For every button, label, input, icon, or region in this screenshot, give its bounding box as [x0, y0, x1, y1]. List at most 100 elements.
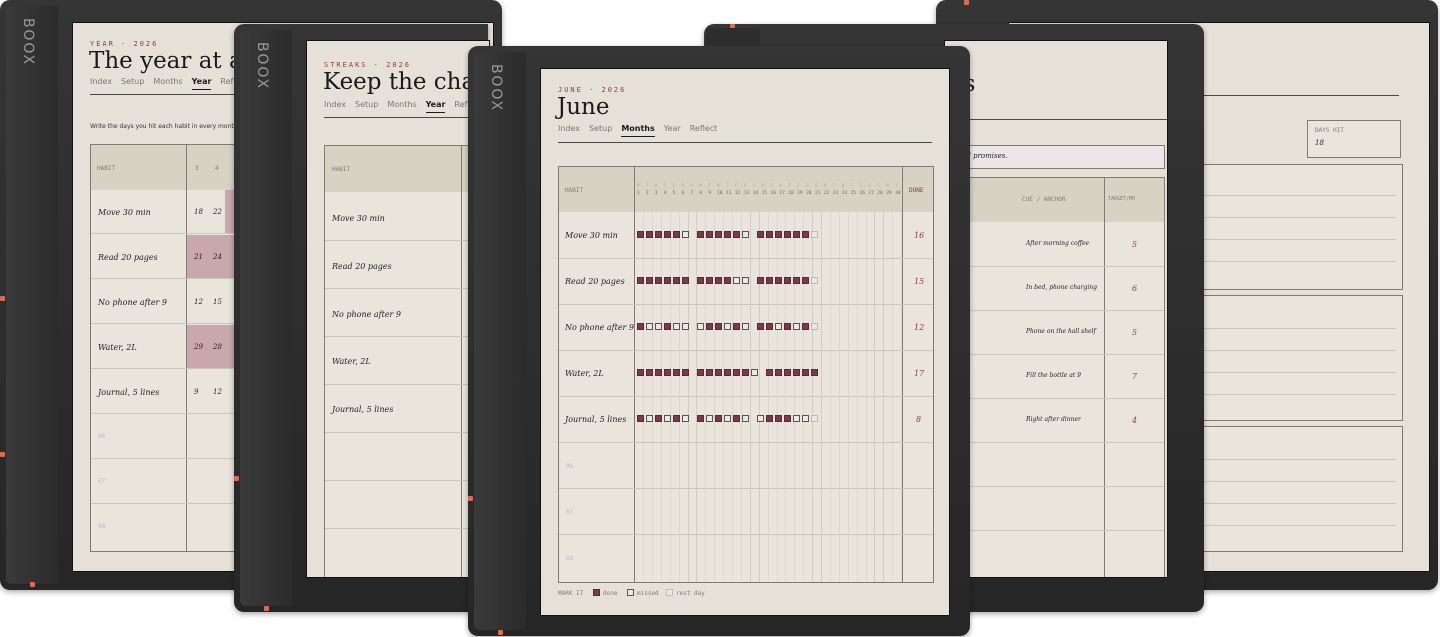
habit-mark-done[interactable]	[757, 277, 764, 284]
habit-month-value[interactable]: 12	[194, 298, 203, 306]
habit-mark-done[interactable]	[637, 415, 644, 422]
habit-mark-done[interactable]	[793, 277, 800, 284]
tab-reflect[interactable]: Reflect	[690, 124, 718, 137]
habit-mark-rest[interactable]	[811, 415, 818, 422]
habit-month-value[interactable]: 15	[213, 298, 222, 306]
habit-mark-done[interactable]	[766, 277, 773, 284]
habit-mark-missed[interactable]	[793, 323, 800, 330]
habit-mark-done[interactable]	[664, 369, 671, 376]
habit-mark-done[interactable]	[775, 231, 782, 238]
habit-mark-rest[interactable]	[811, 231, 818, 238]
tab-year[interactable]: Year	[664, 124, 681, 137]
habit-mark-missed[interactable]	[664, 415, 671, 422]
habit-mark-done[interactable]	[724, 277, 731, 284]
habit-mark-done[interactable]	[724, 369, 731, 376]
habit-mark-done[interactable]	[733, 323, 740, 330]
done-count[interactable]: 12	[914, 323, 924, 332]
habit-month-value[interactable]: 18	[194, 208, 203, 216]
habit-month-value[interactable]: 12	[213, 388, 222, 396]
tab-months[interactable]: Months	[387, 100, 416, 113]
habit-mark-done[interactable]	[637, 277, 644, 284]
days-hit-box[interactable]: DAYS HIT 18	[1307, 120, 1401, 158]
habit-mark-done[interactable]	[742, 369, 749, 376]
habit-mark-done[interactable]	[802, 369, 809, 376]
habit-mark-missed[interactable]	[646, 323, 653, 330]
habit-month-value[interactable]: 29	[194, 343, 203, 351]
tab-setup[interactable]: Setup	[121, 77, 144, 90]
habit-mark-done[interactable]	[766, 415, 773, 422]
habit-mark-missed[interactable]	[673, 323, 680, 330]
habit-mark-done[interactable]	[637, 369, 644, 376]
habit-mark-done[interactable]	[811, 369, 818, 376]
target-value[interactable]: 5	[1132, 240, 1137, 249]
done-count[interactable]: 17	[914, 369, 924, 378]
habit-mark-done[interactable]	[784, 231, 791, 238]
habit-mark-done[interactable]	[715, 323, 722, 330]
done-count[interactable]: 8	[916, 415, 921, 424]
habit-mark-done[interactable]	[766, 369, 773, 376]
habit-mark-done[interactable]	[706, 231, 713, 238]
tab-months[interactable]: Months	[621, 124, 655, 137]
target-value[interactable]: 4	[1132, 416, 1137, 425]
habit-mark-missed[interactable]	[733, 277, 740, 284]
habit-mark-missed[interactable]	[775, 323, 782, 330]
habit-mark-missed[interactable]	[751, 369, 758, 376]
habit-mark-done[interactable]	[655, 369, 662, 376]
habit-mark-done[interactable]	[697, 277, 704, 284]
habit-mark-done[interactable]	[673, 415, 680, 422]
habit-mark-done[interactable]	[706, 323, 713, 330]
habit-mark-done[interactable]	[697, 231, 704, 238]
habit-mark-missed[interactable]	[655, 323, 662, 330]
target-value[interactable]: 7	[1132, 372, 1137, 381]
habit-mark-done[interactable]	[682, 277, 689, 284]
habit-mark-done[interactable]	[715, 369, 722, 376]
done-count[interactable]: 15	[914, 277, 924, 286]
habit-mark-done[interactable]	[637, 231, 644, 238]
habit-mark-done[interactable]	[766, 231, 773, 238]
habit-mark-done[interactable]	[802, 277, 809, 284]
habit-mark-done[interactable]	[706, 277, 713, 284]
tab-setup[interactable]: Setup	[355, 100, 378, 113]
habit-mark-done[interactable]	[715, 277, 722, 284]
habit-mark-done[interactable]	[793, 369, 800, 376]
habit-mark-done[interactable]	[664, 277, 671, 284]
habit-mark-done[interactable]	[733, 231, 740, 238]
habit-mark-done[interactable]	[784, 369, 791, 376]
habit-mark-done[interactable]	[673, 277, 680, 284]
tab-months[interactable]: Months	[153, 77, 182, 90]
habit-mark-done[interactable]	[802, 323, 809, 330]
habit-mark-done[interactable]	[646, 231, 653, 238]
habit-mark-missed[interactable]	[742, 231, 749, 238]
habit-mark-missed[interactable]	[742, 277, 749, 284]
habit-mark-done[interactable]	[802, 231, 809, 238]
habit-month-value[interactable]: 28	[213, 343, 222, 351]
habit-mark-missed[interactable]	[682, 415, 689, 422]
habit-month-value[interactable]: 21	[194, 253, 203, 261]
habit-mark-missed[interactable]	[742, 415, 749, 422]
habit-mark-done[interactable]	[775, 369, 782, 376]
habit-mark-done[interactable]	[733, 415, 740, 422]
habit-mark-done[interactable]	[793, 231, 800, 238]
habit-mark-done[interactable]	[757, 323, 764, 330]
habit-mark-done[interactable]	[784, 323, 791, 330]
habit-month-value[interactable]: 24	[213, 253, 222, 261]
habit-mark-done[interactable]	[697, 415, 704, 422]
habit-mark-missed[interactable]	[724, 415, 731, 422]
habit-mark-missed[interactable]	[646, 415, 653, 422]
habit-mark-missed[interactable]	[682, 231, 689, 238]
habit-mark-missed[interactable]	[793, 415, 800, 422]
habit-mark-done[interactable]	[637, 323, 644, 330]
habit-mark-done[interactable]	[715, 231, 722, 238]
target-value[interactable]: 6	[1132, 284, 1137, 293]
habit-mark-missed[interactable]	[724, 323, 731, 330]
habit-mark-done[interactable]	[775, 415, 782, 422]
habit-mark-missed[interactable]	[706, 415, 713, 422]
tab-setup[interactable]: Setup	[589, 124, 612, 137]
habit-mark-done[interactable]	[757, 231, 764, 238]
habit-mark-done[interactable]	[682, 369, 689, 376]
target-value[interactable]: 5	[1132, 328, 1137, 337]
habit-mark-done[interactable]	[697, 369, 704, 376]
habit-mark-done[interactable]	[706, 369, 713, 376]
habit-mark-done[interactable]	[784, 277, 791, 284]
tab-index[interactable]: Index	[558, 124, 580, 137]
